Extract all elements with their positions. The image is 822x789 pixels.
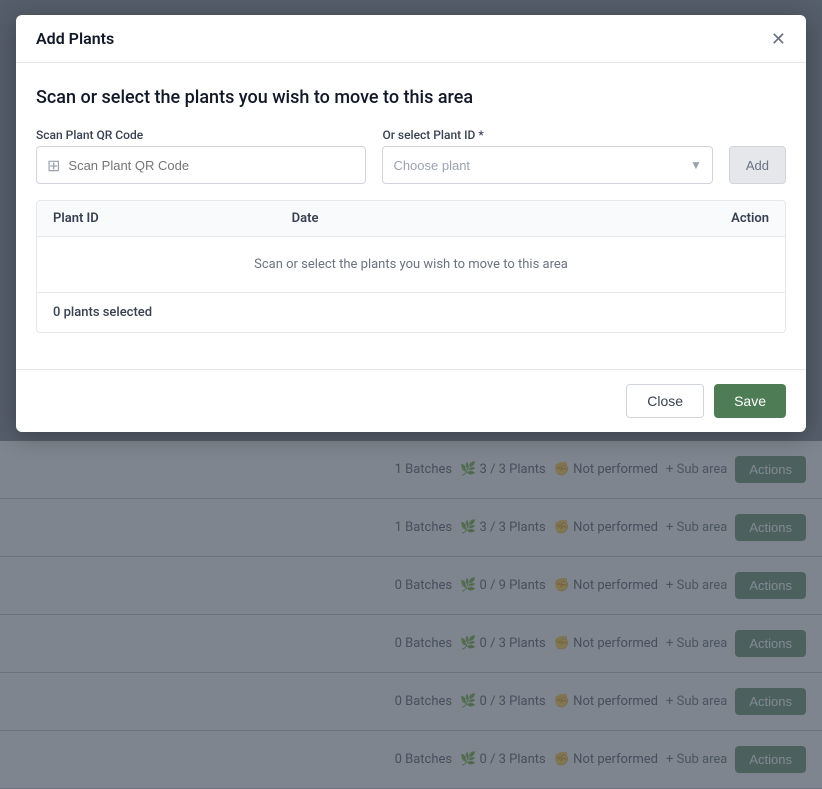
plant-id-label: Or select Plant ID * — [382, 128, 712, 142]
plant-id-group: Or select Plant ID * Choose plant ▼ — [382, 128, 712, 184]
col-plant-id: Plant ID — [53, 211, 292, 226]
add-plants-modal: Add Plants ✕ Scan or select the plants y… — [16, 15, 806, 432]
plant-id-select-wrapper: Choose plant ▼ — [382, 146, 712, 184]
qr-input-wrapper: ⊞ — [36, 146, 366, 184]
close-button[interactable]: Close — [626, 384, 704, 418]
modal-body: Scan or select the plants you wish to mo… — [16, 63, 806, 369]
save-button[interactable]: Save — [714, 384, 786, 418]
close-icon[interactable]: ✕ — [771, 30, 786, 48]
qr-icon: ⊞ — [47, 156, 60, 175]
modal-subtitle: Scan or select the plants you wish to mo… — [36, 87, 786, 108]
qr-code-group: Scan Plant QR Code ⊞ — [36, 128, 366, 184]
col-action: Action — [530, 211, 769, 226]
plant-id-select[interactable]: Choose plant — [383, 147, 711, 183]
plants-table: Plant ID Date Action Scan or select the … — [36, 200, 786, 333]
table-empty-message: Scan or select the plants you wish to mo… — [37, 237, 785, 293]
qr-code-label: Scan Plant QR Code — [36, 128, 366, 142]
col-date: Date — [292, 211, 531, 226]
qr-code-input[interactable] — [68, 158, 355, 173]
table-header: Plant ID Date Action — [37, 201, 785, 237]
modal-overlay: Add Plants ✕ Scan or select the plants y… — [0, 0, 822, 789]
add-button[interactable]: Add — [729, 146, 786, 184]
table-footer-count: 0 plants selected — [37, 293, 785, 332]
modal-footer: Close Save — [16, 369, 806, 432]
modal-title: Add Plants — [36, 29, 114, 48]
form-row: Scan Plant QR Code ⊞ Or select Plant ID … — [36, 128, 786, 184]
modal-header: Add Plants ✕ — [16, 15, 806, 63]
